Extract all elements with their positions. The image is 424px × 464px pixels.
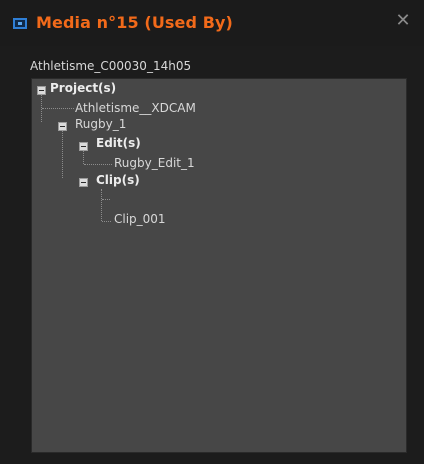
- tree-connector: [102, 221, 111, 222]
- tree-connector: [42, 108, 74, 109]
- tree-connector: [62, 131, 63, 178]
- collapse-rugby-toggle[interactable]: [58, 122, 67, 131]
- tree-connector: [84, 164, 112, 165]
- used-by-tree[interactable]: Project(s) Athletisme__XDCAM Rugby_1 Edi…: [31, 78, 407, 453]
- close-icon[interactable]: ✕: [393, 11, 413, 31]
- tree-node-edits[interactable]: Edit(s): [96, 136, 141, 150]
- tree-node-clips[interactable]: Clip(s): [96, 173, 140, 187]
- tree-node-project[interactable]: Rugby_1: [75, 117, 126, 131]
- media-window-icon: [13, 18, 27, 29]
- window-title: Media n°15 (Used By): [36, 13, 233, 32]
- used-by-window: Media n°15 (Used By) ✕ Athletisme_C00030…: [0, 0, 424, 464]
- collapse-edits-toggle[interactable]: [79, 142, 88, 151]
- tree-node-clip[interactable]: Clip_001: [114, 212, 166, 226]
- collapse-projects-toggle[interactable]: [37, 86, 46, 95]
- tree-connector: [102, 199, 110, 200]
- media-name: Athletisme_C00030_14h05: [30, 59, 192, 73]
- tree-node-project[interactable]: Athletisme__XDCAM: [75, 101, 196, 115]
- tree-connector: [101, 189, 102, 221]
- tree-connector: [83, 151, 84, 164]
- tree-node-edit[interactable]: Rugby_Edit_1: [114, 156, 195, 170]
- title-bar[interactable]: Media n°15 (Used By) ✕: [0, 0, 424, 46]
- collapse-clips-toggle[interactable]: [79, 178, 88, 187]
- tree-node-projects[interactable]: Project(s): [50, 81, 116, 95]
